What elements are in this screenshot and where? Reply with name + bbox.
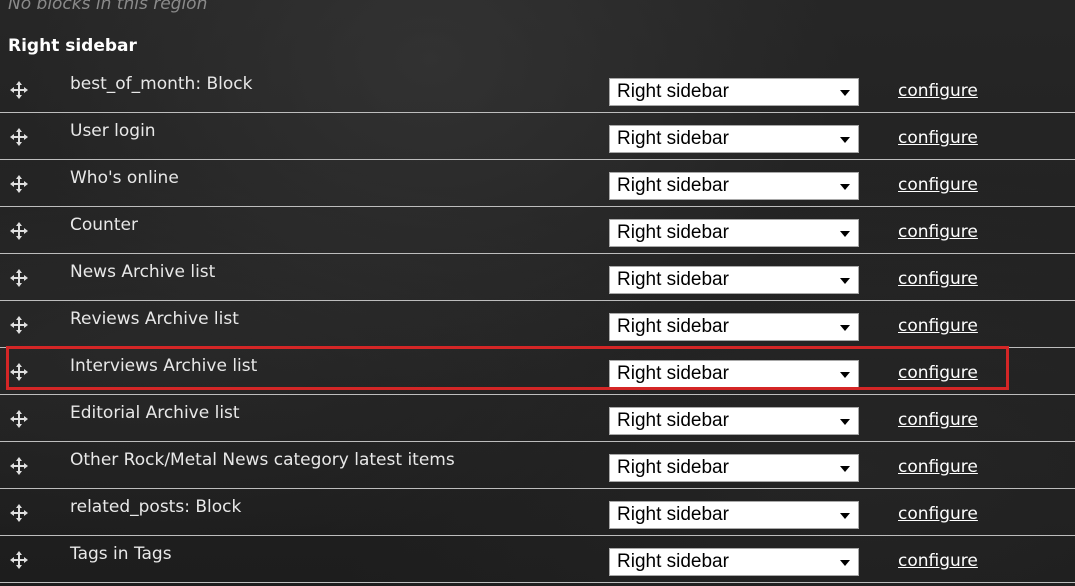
block-title: Tags in Tags <box>70 544 172 564</box>
chevron-down-icon <box>840 137 850 143</box>
drag-handle-icon[interactable] <box>10 551 28 569</box>
region-select-value: Right sidebar <box>617 551 729 572</box>
chevron-down-icon <box>840 466 850 472</box>
region-select[interactable]: Right sidebar <box>609 78 859 106</box>
region-select[interactable]: Right sidebar <box>609 548 859 576</box>
region-select[interactable]: Right sidebar <box>609 172 859 200</box>
block-title: News Archive list <box>70 262 216 282</box>
configure-link[interactable]: configure <box>898 503 978 525</box>
drag-handle-icon[interactable] <box>10 504 28 522</box>
chevron-down-icon <box>840 231 850 237</box>
block-row: Who's online Right sidebar configure <box>0 160 1075 207</box>
block-title: related_posts: Block <box>70 497 242 517</box>
region-select-value: Right sidebar <box>617 128 729 149</box>
block-row: Reviews Archive list Right sidebar confi… <box>0 301 1075 348</box>
drag-handle-icon[interactable] <box>10 363 28 381</box>
chevron-down-icon <box>840 325 850 331</box>
block-row: User login Right sidebar configure <box>0 113 1075 160</box>
region-select[interactable]: Right sidebar <box>609 454 859 482</box>
block-row: Editorial Archive list Right sidebar con… <box>0 395 1075 442</box>
region-select-value: Right sidebar <box>617 410 729 431</box>
region-select-value: Right sidebar <box>617 504 729 525</box>
region-title: Right sidebar <box>8 36 137 56</box>
region-select[interactable]: Right sidebar <box>609 313 859 341</box>
block-row: News Archive list Right sidebar configur… <box>0 254 1075 301</box>
region-select-value: Right sidebar <box>617 175 729 196</box>
region-select[interactable]: Right sidebar <box>609 407 859 435</box>
drag-handle-icon[interactable] <box>10 222 28 240</box>
block-row: Counter Right sidebar configure <box>0 207 1075 254</box>
block-title: Who's online <box>70 168 179 188</box>
block-title: User login <box>70 121 156 141</box>
block-title: best_of_month: Block <box>70 74 253 94</box>
chevron-down-icon <box>840 560 850 566</box>
region-select-value: Right sidebar <box>617 269 729 290</box>
configure-link[interactable]: configure <box>898 409 978 431</box>
chevron-down-icon <box>840 90 850 96</box>
block-list: best_of_month: Block Right sidebar confi… <box>0 66 1075 583</box>
configure-link[interactable]: configure <box>898 550 978 572</box>
block-row: Tags in Tags Right sidebar configure <box>0 536 1075 583</box>
chevron-down-icon <box>840 278 850 284</box>
drag-handle-icon[interactable] <box>10 269 28 287</box>
block-title: Reviews Archive list <box>70 309 239 329</box>
chevron-down-icon <box>840 184 850 190</box>
chevron-down-icon <box>840 513 850 519</box>
configure-link[interactable]: configure <box>898 221 978 243</box>
configure-link[interactable]: configure <box>898 174 978 196</box>
region-select[interactable]: Right sidebar <box>609 360 859 388</box>
blocks-region: No blocks in this region Right sidebar b… <box>0 0 1075 586</box>
configure-link[interactable]: configure <box>898 362 978 384</box>
configure-link[interactable]: configure <box>898 315 978 337</box>
block-row: related_posts: Block Right sidebar confi… <box>0 489 1075 536</box>
block-title: Editorial Archive list <box>70 403 240 423</box>
block-row: Other Rock/Metal News category latest it… <box>0 442 1075 489</box>
block-row: Interviews Archive list Right sidebar co… <box>0 348 1075 395</box>
block-row: best_of_month: Block Right sidebar confi… <box>0 66 1075 113</box>
region-select-value: Right sidebar <box>617 81 729 102</box>
chevron-down-icon <box>840 419 850 425</box>
region-select-value: Right sidebar <box>617 316 729 337</box>
region-select-value: Right sidebar <box>617 457 729 478</box>
region-select[interactable]: Right sidebar <box>609 125 859 153</box>
drag-handle-icon[interactable] <box>10 410 28 428</box>
drag-handle-icon[interactable] <box>10 316 28 334</box>
chevron-down-icon <box>840 372 850 378</box>
region-select-value: Right sidebar <box>617 222 729 243</box>
region-select[interactable]: Right sidebar <box>609 266 859 294</box>
drag-handle-icon[interactable] <box>10 81 28 99</box>
block-title: Interviews Archive list <box>70 356 258 376</box>
region-select-value: Right sidebar <box>617 363 729 384</box>
block-title: Other Rock/Metal News category latest it… <box>70 450 455 470</box>
drag-handle-icon[interactable] <box>10 128 28 146</box>
drag-handle-icon[interactable] <box>10 175 28 193</box>
configure-link[interactable]: configure <box>898 456 978 478</box>
empty-region-note: No blocks in this region <box>8 0 208 14</box>
region-select[interactable]: Right sidebar <box>609 219 859 247</box>
configure-link[interactable]: configure <box>898 268 978 290</box>
drag-handle-icon[interactable] <box>10 457 28 475</box>
configure-link[interactable]: configure <box>898 80 978 102</box>
region-select[interactable]: Right sidebar <box>609 501 859 529</box>
configure-link[interactable]: configure <box>898 127 978 149</box>
block-title: Counter <box>70 215 138 235</box>
